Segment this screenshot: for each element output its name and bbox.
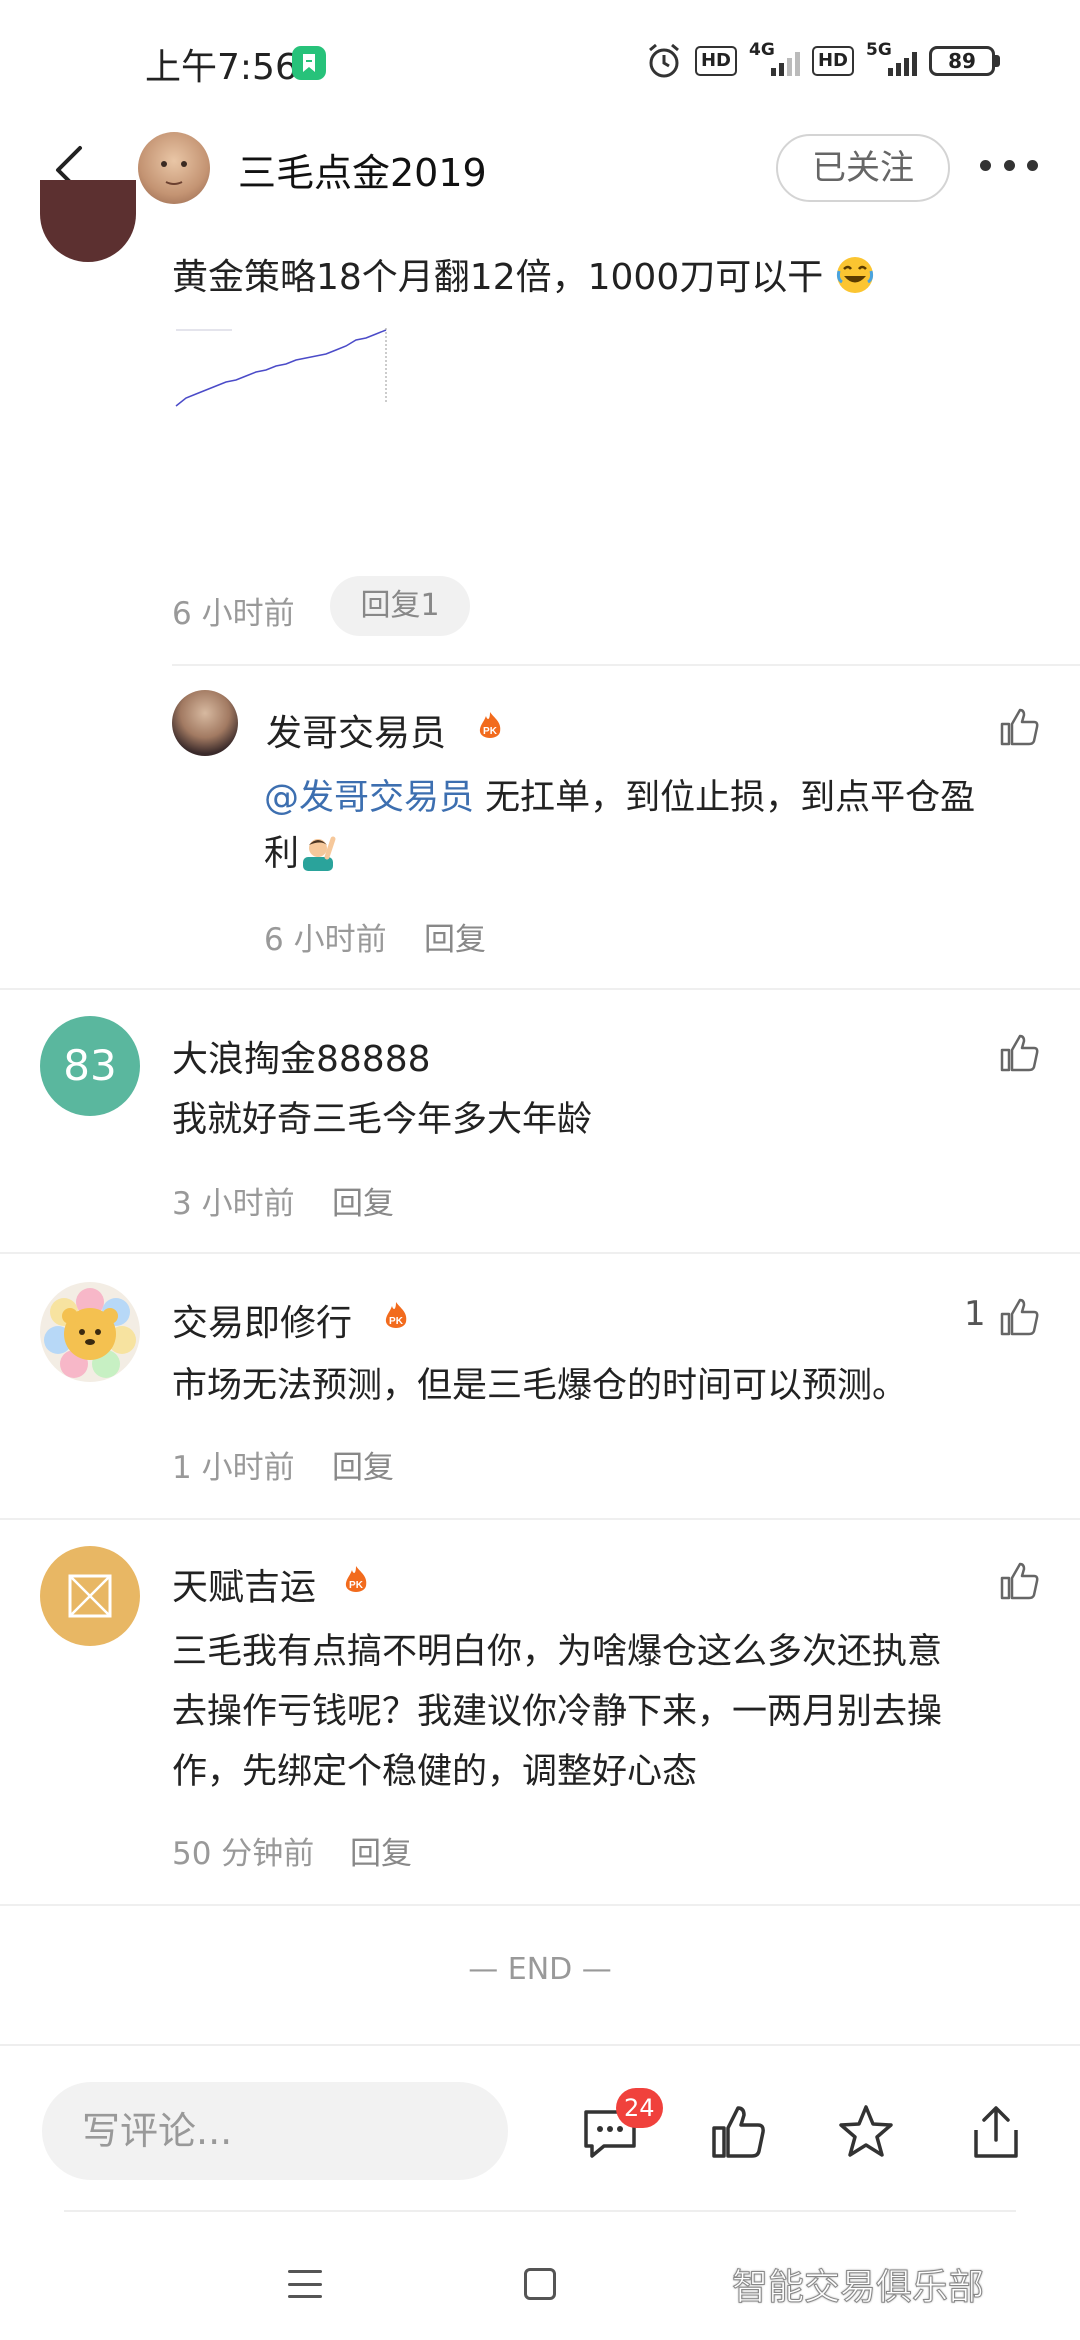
top-header: 三毛点金2019 已关注 — [0, 120, 1080, 230]
system-nav-bar: 智能交易俱乐部 — [0, 2210, 1080, 2340]
svg-text:PK: PK — [483, 726, 498, 737]
divider — [0, 1252, 1080, 1254]
follow-button[interactable]: 已关注 — [776, 134, 950, 202]
comment-text: 黄金策略18个月翻12倍，1000刀可以干 — [172, 248, 875, 300]
reply-time: 6 小时前 — [264, 922, 387, 958]
comment-text: 我就好奇三毛今年多大年龄 — [172, 1100, 593, 1140]
svg-text:PK: PK — [389, 1316, 404, 1327]
reply-avatar[interactable] — [172, 690, 238, 756]
view-replies-button[interactable]: 回复1 — [330, 576, 470, 636]
status-bar: 上午7:56 HD 4G HD 5G 89 — [0, 0, 1080, 120]
like-thumb-icon[interactable] — [998, 1030, 1042, 1074]
author-avatar[interactable] — [138, 132, 210, 204]
status-time: 上午7:56 — [145, 47, 298, 88]
commenter-avatar[interactable] — [40, 1282, 140, 1382]
home-icon[interactable] — [524, 2268, 556, 2300]
commenter-avatar[interactable] — [40, 1546, 140, 1646]
signal-icon-4g: 4G — [749, 40, 800, 76]
status-indicators: HD 4G HD 5G 89 — [645, 40, 1000, 80]
divider — [0, 1904, 1080, 1906]
comment-time: 1 小时前 — [172, 1450, 295, 1486]
watermark: 智能交易俱乐部 — [731, 2267, 985, 2309]
comment-image-chart[interactable] — [172, 320, 394, 412]
share-icon[interactable] — [966, 2102, 1026, 2162]
pk-fire-icon: PK — [479, 712, 501, 738]
person-raising-hand-emoji-icon — [303, 836, 336, 871]
comment-time: 50 分钟前 — [172, 1836, 315, 1872]
pk-fire-icon: PK — [385, 1302, 407, 1328]
reply-text: @发哥交易员 无扛单，到位止损，到点平仓盈 利 — [264, 778, 976, 874]
comment-text: 市场无法预测，但是三毛爆仓的时间可以预测。 — [172, 1366, 908, 1406]
comment-time: 3 小时前 — [172, 1186, 295, 1222]
reply-button[interactable]: 回复 — [424, 914, 486, 959]
app-notification-icon — [292, 46, 326, 80]
favorite-star-icon[interactable] — [836, 2102, 896, 2162]
alarm-icon — [649, 43, 679, 78]
more-options-icon[interactable] — [980, 160, 1038, 174]
like-thumb-icon[interactable] — [998, 704, 1042, 748]
bottom-action-bar: 写评论... 24 — [0, 2044, 1080, 2210]
comment-time: 6 小时前 — [172, 596, 295, 632]
comment-count-badge: 24 — [616, 2088, 663, 2128]
battery-icon: 89 — [929, 46, 1000, 76]
divider — [172, 664, 1080, 666]
author-name[interactable]: 三毛点金2019 — [238, 142, 487, 197]
like-thumb-icon[interactable] — [708, 2102, 768, 2162]
like-thumb-icon[interactable] — [998, 1558, 1042, 1602]
recent-apps-icon[interactable] — [288, 2270, 322, 2298]
write-comment-input[interactable]: 写评论... — [42, 2082, 508, 2180]
commenter-name[interactable]: 交易即修行 — [172, 1294, 352, 1346]
divider — [64, 2210, 1016, 2212]
like-count: 1 — [964, 1294, 986, 1334]
pk-fire-icon: PK — [345, 1566, 367, 1592]
laughing-emoji-icon — [836, 257, 873, 293]
reply-button[interactable]: 回复 — [332, 1178, 394, 1223]
mention-link[interactable]: @发哥交易员 — [264, 778, 474, 818]
hd-indicator-2: HD — [811, 46, 854, 76]
commenter-avatar[interactable]: 83 — [40, 1016, 140, 1116]
commenter-name[interactable]: 大浪掏金88888 — [172, 1030, 431, 1082]
like-thumb-icon[interactable] — [998, 1294, 1042, 1338]
reply-author-name[interactable]: 发哥交易员 — [266, 704, 446, 756]
divider — [0, 988, 1080, 990]
signal-icon-5g: 5G — [866, 40, 917, 76]
reply-button[interactable]: 回复 — [332, 1442, 394, 1487]
comment-text: 三毛我有点搞不明白你，为啥爆仓这么多次还执意 去操作亏钱呢？我建议你冷静下来，一… — [172, 1632, 943, 1792]
end-marker: — END — — [468, 1952, 612, 1987]
divider — [0, 1518, 1080, 1520]
comment-avatar[interactable] — [40, 180, 136, 262]
reply-button[interactable]: 回复 — [350, 1828, 412, 1873]
commenter-name[interactable]: 天赋吉运 — [172, 1558, 316, 1610]
broken-image-icon — [68, 1574, 112, 1618]
svg-text:PK: PK — [349, 1580, 364, 1591]
hd-indicator-1: HD — [694, 46, 737, 76]
